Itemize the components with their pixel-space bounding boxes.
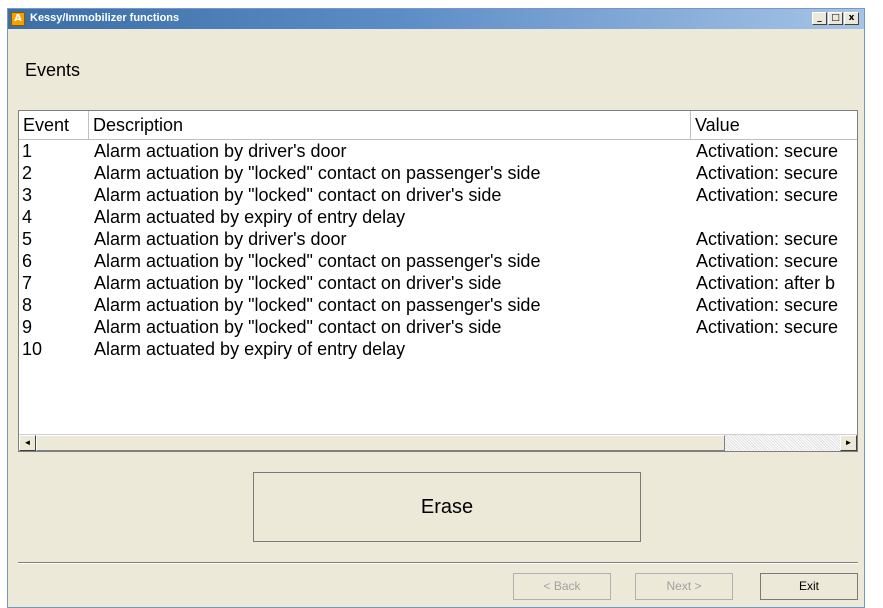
event-value: Activation: secure	[696, 317, 839, 337]
event-number: 6	[22, 251, 33, 271]
scrollbar-thumb[interactable]	[36, 435, 725, 451]
table-row[interactable]: 5 Alarm actuation by driver's door Activ…	[19, 228, 857, 250]
table-row[interactable]: 4 Alarm actuated by expiry of entry dela…	[19, 206, 857, 228]
table-row[interactable]: 10 Alarm actuated by expiry of entry del…	[19, 338, 857, 360]
event-value: Activation: secure	[696, 229, 839, 249]
event-number: 4	[22, 207, 33, 227]
divider	[18, 562, 858, 564]
event-description: Alarm actuation by driver's door	[94, 141, 347, 161]
page-title: Events	[25, 60, 81, 80]
column-header-description[interactable]: Description	[89, 111, 691, 139]
event-number: 2	[22, 163, 33, 183]
event-description: Alarm actuation by driver's door	[94, 229, 347, 249]
minimize-button[interactable]: _	[812, 12, 827, 25]
title-bar[interactable]: A Kessy/Immobilizer functions _ □ x	[8, 9, 864, 29]
back-button[interactable]: < Back	[513, 573, 611, 600]
event-value: Activation: after b	[696, 273, 836, 293]
event-value: Activation: secure	[696, 295, 839, 315]
table-row[interactable]: 1 Alarm actuation by driver's door Activ…	[19, 140, 857, 162]
window-title: Kessy/Immobilizer functions	[30, 12, 180, 24]
event-value: Activation: secure	[696, 251, 839, 271]
event-description: Alarm actuation by "locked" contact on d…	[94, 273, 502, 293]
exit-button[interactable]: Exit	[760, 573, 858, 600]
events-list[interactable]: Event Description Value 1 Alarm actuatio…	[18, 110, 858, 452]
close-button[interactable]: x	[844, 12, 859, 25]
scroll-right-icon[interactable]: ►	[840, 435, 857, 451]
table-row[interactable]: 8 Alarm actuation by "locked" contact on…	[19, 294, 857, 316]
event-number: 5	[22, 229, 33, 249]
scroll-left-icon[interactable]: ◄	[19, 435, 36, 451]
event-description: Alarm actuation by "locked" contact on d…	[94, 185, 502, 205]
table-row[interactable]: 6 Alarm actuation by "locked" contact on…	[19, 250, 857, 272]
event-number: 7	[22, 273, 33, 293]
event-value: Activation: secure	[696, 141, 839, 161]
table-row[interactable]: 9 Alarm actuation by "locked" contact on…	[19, 316, 857, 338]
event-description: Alarm actuation by "locked" contact on p…	[94, 163, 541, 183]
table-row[interactable]: 7 Alarm actuation by "locked" contact on…	[19, 272, 857, 294]
scrollbar-track[interactable]	[725, 435, 842, 451]
event-description: Alarm actuated by expiry of entry delay	[94, 207, 406, 227]
table-row[interactable]: 3 Alarm actuation by "locked" contact on…	[19, 184, 857, 206]
event-number: 9	[22, 317, 33, 337]
event-number: 1	[22, 141, 33, 161]
maximize-button[interactable]: □	[828, 12, 843, 25]
event-value: Activation: secure	[696, 163, 839, 183]
event-value: Activation: secure	[696, 185, 839, 205]
event-description: Alarm actuation by "locked" contact on d…	[94, 317, 502, 337]
horizontal-scrollbar[interactable]: ◄ ►	[19, 434, 857, 451]
event-description: Alarm actuation by "locked" contact on p…	[94, 295, 541, 315]
next-button[interactable]: Next >	[635, 573, 733, 600]
app-icon: A	[11, 12, 25, 26]
erase-button[interactable]: Erase	[253, 472, 641, 542]
column-header-value[interactable]: Value	[691, 111, 857, 139]
event-number: 3	[22, 185, 33, 205]
event-description: Alarm actuated by expiry of entry delay	[94, 339, 406, 359]
event-number: 10	[22, 339, 43, 359]
column-header-event[interactable]: Event	[19, 111, 89, 139]
event-number: 8	[22, 295, 33, 315]
table-row[interactable]: 2 Alarm actuation by "locked" contact on…	[19, 162, 857, 184]
event-description: Alarm actuation by "locked" contact on p…	[94, 251, 541, 271]
list-header: Event Description Value	[19, 111, 857, 140]
